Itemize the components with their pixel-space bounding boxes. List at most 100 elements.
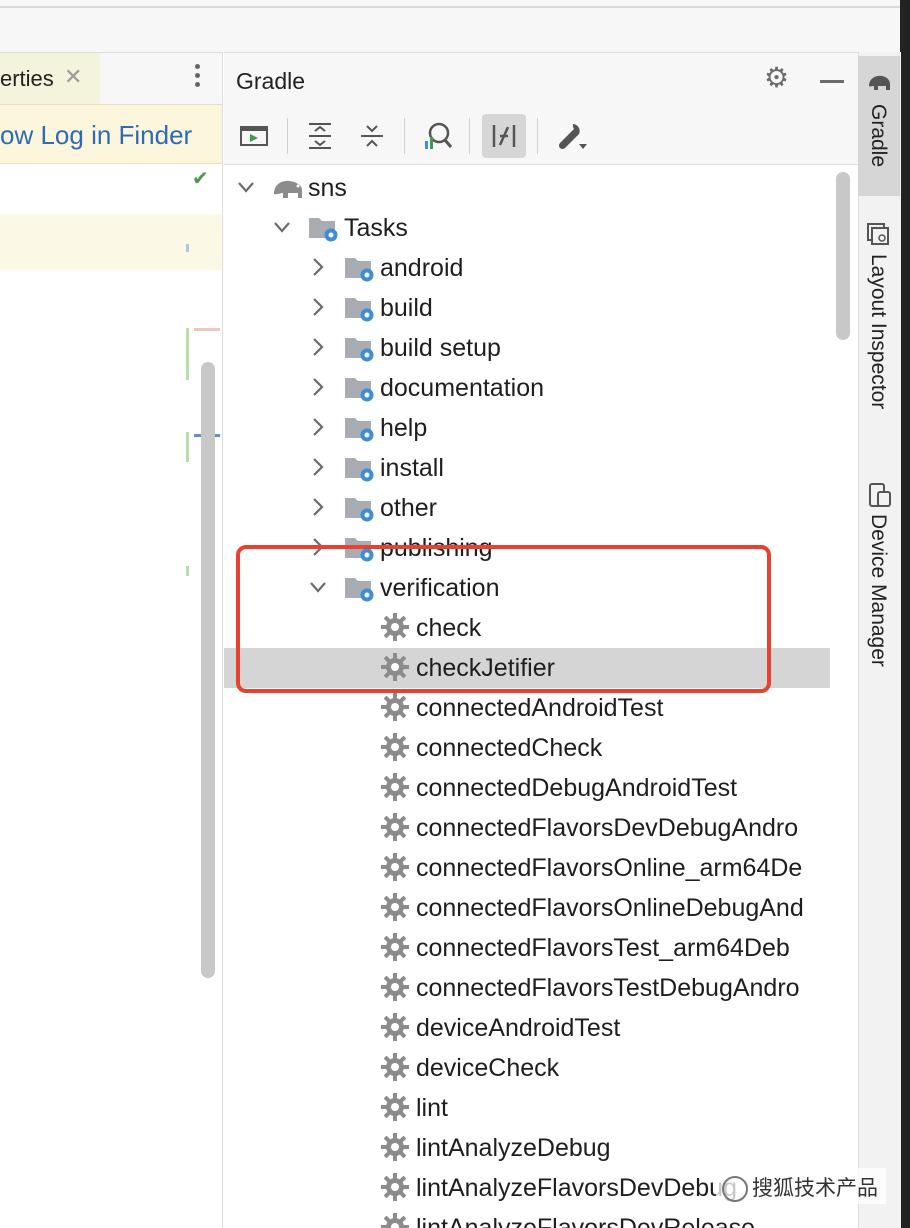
chevron-right-icon[interactable] [310, 256, 326, 278]
tree-node-task[interactable]: connectedDebugAndroidTest [224, 768, 830, 808]
change-marker [186, 328, 189, 380]
gear-icon [381, 1013, 409, 1041]
gear-icon[interactable]: ⚙ [764, 64, 789, 92]
device-manager-tool-label[interactable]: Device Manager [866, 514, 890, 667]
window-edge [900, 0, 910, 1228]
chevron-right-icon[interactable] [310, 496, 326, 518]
tree-node-label: lint [416, 1094, 448, 1122]
tree-node-label: install [380, 454, 444, 482]
editor-scrollbar[interactable] [201, 362, 215, 978]
tree-node-task[interactable]: connectedFlavorsOnline_arm64De [224, 848, 830, 888]
tree-node-root[interactable]: sns [224, 168, 830, 208]
gradle-tool-label[interactable]: Gradle [866, 104, 890, 167]
layout-inspector-tool-label[interactable]: Layout Inspector [866, 254, 890, 409]
build-settings-icon[interactable] [548, 114, 592, 158]
chevron-right-icon[interactable] [310, 336, 326, 358]
editor-tab-label[interactable]: erties [0, 66, 54, 92]
task-folder-icon [345, 458, 374, 482]
chevron-down-icon[interactable] [238, 176, 254, 198]
device-manager-icon [869, 483, 891, 507]
gear-icon [381, 893, 409, 921]
tree-node-task[interactable]: connectedAndroidTest [224, 688, 830, 728]
task-folder-icon [345, 258, 374, 282]
tree-node-label: sns [308, 174, 347, 202]
gear-icon [381, 1173, 409, 1201]
expand-all-icon[interactable] [298, 114, 342, 158]
change-marker [186, 244, 189, 252]
wechat-logo-icon [722, 1176, 748, 1202]
watermark-text: 搜狐技术产品 [752, 1177, 878, 1200]
chevron-down-icon[interactable] [274, 216, 290, 238]
tree-node-task[interactable]: deviceAndroidTest [224, 1008, 830, 1048]
tree-node-label: help [380, 414, 428, 442]
run-task-icon[interactable] [232, 114, 276, 158]
current-line-highlight [0, 214, 222, 270]
task-folder-icon [345, 378, 374, 402]
minimize-icon[interactable] [820, 80, 844, 83]
tree-node-group[interactable]: build [224, 288, 830, 328]
task-folder-icon [345, 338, 374, 362]
tree-node-label: connectedFlavorsTestDebugAndro [416, 974, 800, 1002]
tree-node-task[interactable]: connectedCheck [224, 728, 830, 768]
gear-icon [381, 1133, 409, 1161]
toggle-offline-icon[interactable] [482, 114, 526, 158]
gear-icon [381, 1053, 409, 1081]
tree-node-label: deviceCheck [416, 1054, 560, 1082]
tree-node-task[interactable]: connectedFlavorsOnlineDebugAnd [224, 888, 830, 928]
tree-node-group[interactable]: install [224, 448, 830, 488]
gear-icon [381, 853, 409, 881]
collapse-all-icon[interactable] [350, 114, 394, 158]
gear-icon [381, 733, 409, 761]
tree-node-task[interactable]: deviceCheck [224, 1048, 830, 1088]
tree-node-label: connectedFlavorsTest_arm64Deb [416, 934, 790, 962]
close-tab-icon[interactable]: ✕ [64, 64, 82, 90]
gear-icon [381, 813, 409, 841]
tree-node-group[interactable]: other [224, 488, 830, 528]
tree-node-label: lintAnalyzeFlavorsDevRelease [416, 1214, 756, 1228]
tree-node-label: build setup [380, 334, 501, 362]
tree-node-task[interactable]: connectedFlavorsTestDebugAndro [224, 968, 830, 1008]
toolbar-separator [287, 118, 288, 154]
tree-node-group[interactable]: build setup [224, 328, 830, 368]
tree-node-label: connectedFlavorsOnlineDebugAnd [416, 894, 804, 922]
tree-node-task[interactable]: lintAnalyzeDebug [224, 1128, 830, 1168]
tree-node-label: connectedCheck [416, 734, 603, 762]
chevron-right-icon[interactable] [310, 456, 326, 478]
tree-node-label: deviceAndroidTest [416, 1014, 621, 1042]
tree-node-label: connectedFlavorsDevDebugAndro [416, 814, 799, 842]
chevron-right-icon[interactable] [310, 296, 326, 318]
inspection-ok-icon[interactable]: ✔ [192, 166, 209, 191]
change-marker [186, 566, 189, 576]
gradle-project-icon [274, 180, 302, 198]
gear-icon [381, 973, 409, 1001]
gear-icon [381, 693, 409, 721]
gradle-elephant-icon [869, 75, 890, 90]
tree-node-task[interactable]: connectedFlavorsDevDebugAndro [224, 808, 830, 848]
tree-node-label: other [380, 494, 437, 522]
tree-scrollbar[interactable] [836, 172, 850, 340]
gear-icon [381, 773, 409, 801]
gear-icon [381, 933, 409, 961]
tree-node-label: android [380, 254, 464, 282]
tree-node-group[interactable]: android [224, 248, 830, 288]
tree-node-task[interactable]: lintAnalyzeFlavorsDevRelease [224, 1208, 830, 1228]
tree-node-label: connectedAndroidTest [416, 694, 664, 722]
chevron-right-icon[interactable] [310, 416, 326, 438]
more-options-icon[interactable] [190, 64, 204, 94]
task-folder-icon [345, 418, 374, 442]
gradle-header [224, 52, 858, 109]
tree-node-label: connectedFlavorsOnline_arm64De [416, 854, 803, 882]
window-top-strip [0, 0, 910, 52]
chevron-right-icon[interactable] [310, 376, 326, 398]
task-folder-icon [345, 498, 374, 522]
tree-node-task[interactable]: connectedFlavorsTest_arm64Deb [224, 928, 830, 968]
toolbar-separator [469, 118, 470, 154]
tree-node-label: documentation [380, 374, 545, 402]
tree-node-task[interactable]: lint [224, 1088, 830, 1128]
tree-node-group[interactable]: help [224, 408, 830, 448]
show-log-in-finder-link[interactable]: ow Log in Finder [0, 120, 192, 151]
analyze-dependencies-icon[interactable] [416, 114, 460, 158]
tree-node-tasks[interactable]: Tasks [224, 208, 830, 248]
task-folder-icon [309, 218, 338, 242]
tree-node-group[interactable]: documentation [224, 368, 830, 408]
